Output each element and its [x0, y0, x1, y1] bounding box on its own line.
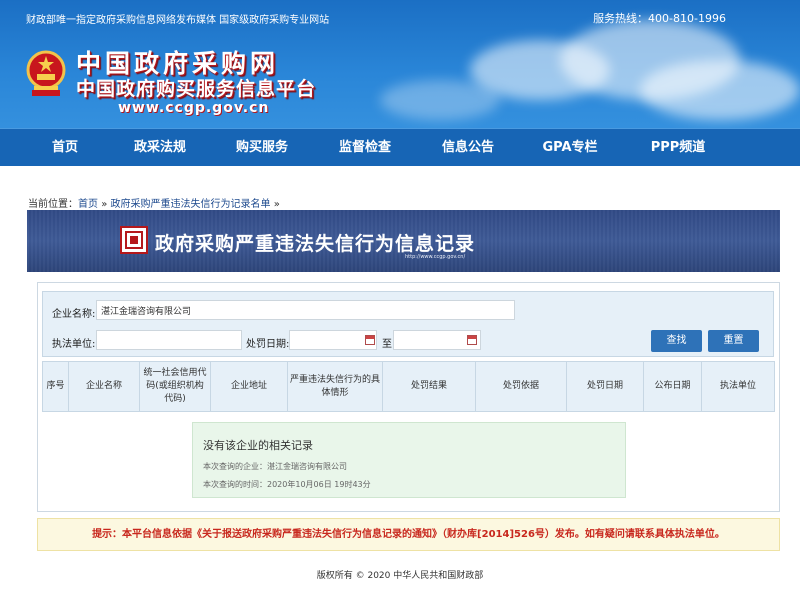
top-bar: 财政部唯一指定政府采购信息网络发布媒体 国家级政府采购专业网站 服务热线：400… [0, 0, 800, 34]
main-nav: 首页 政采法规 购买服务 监督检查 信息公告 GPA专栏 PPP频道 [0, 128, 800, 166]
date-from-input[interactable] [289, 330, 377, 350]
seal-icon [120, 226, 148, 254]
company-name-input[interactable] [96, 300, 515, 320]
breadcrumb-trail-separator: » [273, 199, 280, 210]
site-tagline: 财政部唯一指定政府采购信息网络发布媒体 国家级政府采购专业网站 [26, 15, 330, 26]
notice-banner: 提示：本平台信息依据《关于报送政府采购严重违法失信行为信息记录的通知》（财办库[… [37, 518, 780, 551]
nav-item-announcements[interactable]: 信息公告 [428, 129, 508, 166]
nav-item-regulations[interactable]: 政采法规 [120, 129, 200, 166]
no-results-title: 没有该企业的相关记录 [203, 439, 313, 452]
search-button[interactable]: 查找 [651, 330, 702, 352]
breadcrumb-separator: » [101, 199, 108, 210]
breadcrumb-home-link[interactable]: 首页 [78, 199, 98, 210]
column-header: 公布日期 [643, 361, 702, 412]
table-header-row: 序号 企业名称 统一社会信用代码(或组织机构代码) 企业地址 严重违法失信行为的… [42, 361, 775, 412]
column-header: 处罚依据 [475, 361, 567, 412]
national-emblem-icon [26, 50, 66, 96]
breadcrumb-current[interactable]: 政府采购严重违法失信行为记录名单 [111, 199, 271, 210]
site-logo-url: www.ccgp.gov.cn [118, 100, 270, 116]
date-to-calendar-icon[interactable] [467, 335, 477, 345]
nav-item-gpa[interactable]: GPA专栏 [530, 129, 610, 166]
banner-url: http://www.ccgp.gov.cn/ [405, 254, 466, 260]
date-range-separator: 至 [382, 339, 392, 350]
nav-item-supervision[interactable]: 监督检查 [325, 129, 405, 166]
footer-copyright: 版权所有 © 2020 中华人民共和国财政部 [316, 571, 484, 581]
result-table: 序号 企业名称 统一社会信用代码(或组织机构代码) 企业地址 严重违法失信行为的… [42, 361, 775, 412]
service-hotline: 服务热线：400-810-1996 [593, 12, 726, 25]
queried-company: 本次查询的企业：湛江金瑞咨询有限公司 [203, 462, 347, 471]
breadcrumb: 当前位置：首页 » 政府采购严重违法失信行为记录名单 » [28, 195, 280, 210]
site-header: 财政部唯一指定政府采购信息网络发布媒体 国家级政府采购专业网站 服务热线：400… [0, 0, 800, 166]
company-name-label: 企业名称: [52, 309, 96, 320]
query-time: 本次查询的时间：2020年10月06日 19时43分 [203, 480, 371, 489]
page-title: 政府采购严重违法失信行为信息记录 [155, 233, 476, 255]
enforcement-unit-input[interactable] [96, 330, 242, 350]
date-from-calendar-icon[interactable] [365, 335, 375, 345]
column-header: 企业名称 [68, 361, 140, 412]
penalty-date-label: 处罚日期: [246, 339, 290, 350]
column-header: 企业地址 [210, 361, 288, 412]
enforcement-unit-label: 执法单位: [52, 339, 96, 350]
breadcrumb-prefix: 当前位置： [28, 199, 78, 210]
column-header: 处罚结果 [382, 361, 476, 412]
no-results-message: 没有该企业的相关记录 本次查询的企业：湛江金瑞咨询有限公司 本次查询的时间：20… [192, 422, 626, 498]
nav-item-purchase-services[interactable]: 购买服务 [222, 129, 302, 166]
column-header: 处罚日期 [566, 361, 644, 412]
nav-item-home[interactable]: 首页 [30, 129, 100, 166]
column-header: 严重违法失信行为的具体情形 [287, 361, 383, 412]
column-header: 统一社会信用代码(或组织机构代码) [139, 361, 211, 412]
nav-item-ppp[interactable]: PPP频道 [638, 129, 718, 166]
column-header: 执法单位 [701, 361, 775, 412]
reset-button[interactable]: 重置 [708, 330, 759, 352]
column-header: 序号 [42, 361, 69, 412]
site-logo-subtitle: 中国政府购买服务信息平台 [76, 78, 317, 100]
